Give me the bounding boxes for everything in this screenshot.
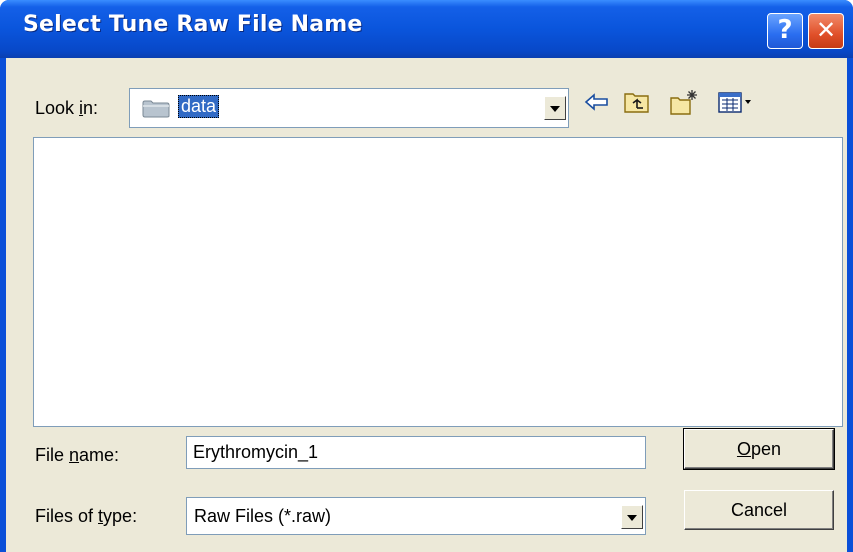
files-of-type-label: Files of type:	[35, 506, 138, 526]
cancel-button[interactable]: Cancel	[684, 490, 834, 530]
files-of-type-value: Raw Files (*.raw)	[194, 506, 332, 526]
chevron-down-icon	[627, 515, 637, 521]
look-in-label: Look in:	[35, 98, 99, 118]
dialog-title: Select Tune Raw File Name	[23, 12, 363, 37]
files-of-type-combo[interactable]: Raw Files (*.raw)	[186, 497, 646, 535]
look-in-combo[interactable]: data	[129, 88, 569, 128]
up-one-level-icon[interactable]	[621, 86, 653, 118]
dialog-body: Look in: data File name: Erythromycin_1 …	[6, 58, 847, 552]
file-list[interactable]	[33, 137, 843, 427]
dialog-window: Select Tune Raw File Name ? ✕ Look in: d…	[0, 0, 853, 552]
new-folder-icon[interactable]	[668, 86, 700, 118]
open-button[interactable]: Open	[683, 428, 835, 470]
files-of-type-dropdown-button[interactable]	[621, 505, 643, 529]
back-arrow-icon[interactable]	[581, 86, 613, 118]
help-button[interactable]: ?	[767, 13, 803, 49]
folder-icon	[142, 100, 170, 118]
chevron-down-icon	[550, 106, 560, 112]
file-name-label: File name:	[35, 445, 120, 465]
close-button[interactable]: ✕	[808, 13, 844, 49]
file-name-input[interactable]: Erythromycin_1	[186, 436, 646, 469]
look-in-dropdown-button[interactable]	[544, 96, 566, 120]
view-menu-icon[interactable]	[716, 86, 756, 118]
title-bar[interactable]: Select Tune Raw File Name ? ✕	[0, 0, 853, 58]
look-in-value: data	[178, 95, 220, 118]
